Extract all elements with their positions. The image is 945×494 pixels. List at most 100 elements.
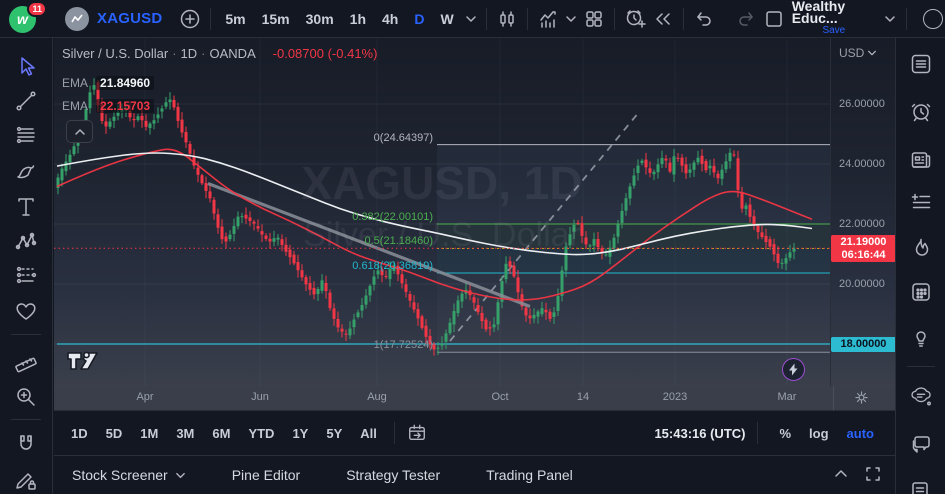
range-3m[interactable]: 3M (167, 426, 203, 441)
ideas-button[interactable] (903, 320, 939, 356)
calendar-button[interactable] (903, 274, 939, 310)
timeframe-1h[interactable]: 1h (342, 11, 374, 27)
layout-name: Wealthy Educ... (791, 0, 846, 26)
chart-pane[interactable]: XAGUSD, 1D Silver / U.S. Dollar Silver /… (54, 38, 830, 386)
alerts-button[interactable] (903, 93, 939, 129)
time-axis[interactable]: Apr Jun Aug Oct 14 2023 Mar (54, 386, 895, 410)
panel-tab-strategy-tester[interactable]: Strategy Tester (346, 467, 440, 483)
emoji-tool-button[interactable] (9, 296, 43, 326)
forecast-tool-button[interactable] (9, 260, 43, 290)
time-tick: Aug (367, 391, 387, 403)
panel-tab-stock-screener[interactable]: Stock Screener (72, 467, 186, 483)
indicator-row-ema-2[interactable]: EMA 22.15703 (62, 99, 155, 113)
measure-tool-button[interactable] (9, 346, 43, 376)
axis-settings-button[interactable] (854, 390, 869, 408)
price-axis[interactable]: USD 26.00000 24.00000 22.00000 20.00000 21.… (830, 38, 896, 386)
save-button[interactable]: Save (822, 25, 845, 37)
price-tick: 20.00000 (839, 278, 885, 290)
fib-level-label: 0.382(22.00101) (352, 210, 433, 223)
watchlist-button[interactable] (903, 46, 939, 82)
zoom-in-tool-button[interactable] (9, 382, 43, 412)
legend-symbol-title: Silver / U.S. Dollar (62, 46, 169, 61)
chevron-down-icon (565, 15, 576, 22)
layout-menu-button[interactable] (880, 5, 900, 33)
currency-selector[interactable]: USD (839, 46, 877, 60)
alert-clock-plus-icon (626, 9, 646, 28)
cursor-tool-button[interactable] (9, 52, 43, 82)
timeframe-4h[interactable]: 4h (374, 11, 406, 27)
percent-scale-button[interactable]: % (770, 426, 800, 441)
magnet-mode-button[interactable] (9, 429, 43, 459)
panel-tab-pine-editor[interactable]: Pine Editor (232, 467, 300, 483)
plus-circle-icon (181, 9, 200, 28)
create-alert-button[interactable] (621, 5, 649, 33)
tradingview-watermark-logo[interactable] (66, 350, 100, 377)
timeframe-30m[interactable]: 30m (298, 11, 342, 27)
compare-add-symbol-button[interactable] (176, 5, 204, 33)
projection-icon (16, 266, 37, 284)
publish-icon[interactable] (923, 8, 943, 29)
notes-plus-icon (911, 193, 930, 209)
symbol-search-button[interactable]: XAGUSD (97, 10, 162, 27)
range-ytd[interactable]: YTD (239, 426, 283, 441)
undo-button[interactable] (690, 5, 718, 33)
chart-legend[interactable]: Silver / U.S. Dollar · 1D · OANDA -0.08700 (… (62, 46, 377, 61)
chevron-down-icon (175, 472, 185, 478)
text-tool-button[interactable] (9, 192, 43, 222)
timeframe-menu-button[interactable] (462, 5, 480, 33)
bottom-panel: Stock Screener Pine Editor Strategy Tester… (54, 455, 895, 494)
go-to-date-button[interactable] (403, 419, 431, 447)
range-5y[interactable]: 5Y (317, 426, 351, 441)
auto-scale-button[interactable]: auto (838, 426, 883, 441)
range-all[interactable]: All (351, 426, 386, 441)
news-icon (911, 152, 930, 168)
bar-replay-button[interactable] (649, 5, 677, 33)
maximize-panel-button[interactable] (865, 466, 881, 485)
layout-manager-button[interactable] (760, 5, 788, 33)
indicators-menu-button[interactable] (562, 5, 580, 33)
brush-tool-button[interactable] (9, 156, 43, 186)
user-menu-button[interactable]: w 11 (9, 0, 47, 34)
collapse-legend-button[interactable] (66, 120, 93, 143)
chevron-up-icon (74, 128, 85, 135)
timeframe-W[interactable]: W (432, 11, 461, 27)
text-icon (18, 198, 34, 216)
grid-layout-icon (585, 10, 602, 27)
date-range-group: 1D 5D 1M 3M 6M YTD 1Y 5Y All (62, 426, 386, 441)
trend-line-icon (16, 91, 36, 111)
chart-style-button[interactable] (493, 5, 521, 33)
trend-line-tool-button[interactable] (9, 86, 43, 116)
tradingview-app: w 11 XAGUSD 5m 15m 30m 1h 4h D W Wealthy… (0, 0, 945, 494)
indicator-row-ema-1[interactable]: EMA 21.84960 (62, 76, 155, 90)
range-1m[interactable]: 1M (131, 426, 167, 441)
grid-layout-button[interactable] (580, 5, 608, 33)
minds-button[interactable] (903, 378, 939, 414)
magnifier-plus-icon (17, 388, 35, 406)
range-1d[interactable]: 1D (62, 426, 97, 441)
lightning-mode-button[interactable] (782, 358, 805, 381)
news-button[interactable] (903, 142, 939, 178)
lock-drawings-button[interactable] (9, 465, 43, 494)
timeframe-5m[interactable]: 5m (217, 11, 253, 27)
log-scale-button[interactable]: log (800, 426, 838, 441)
pattern-tool-button[interactable] (9, 227, 43, 257)
legend-interval: 1D (180, 46, 198, 61)
range-6m[interactable]: 6M (203, 426, 239, 441)
hotlists-button[interactable] (903, 230, 939, 266)
range-5d[interactable]: 5D (97, 426, 132, 441)
redo-button[interactable] (732, 5, 760, 33)
range-1y[interactable]: 1Y (283, 426, 317, 441)
text-notes-button[interactable] (903, 184, 939, 220)
chat-button[interactable] (903, 426, 939, 462)
expand-panel-button[interactable] (833, 466, 849, 485)
clock-utc[interactable]: 15:43:16 (UTC) (654, 426, 745, 441)
fib-retracement-tool-button[interactable] (9, 120, 43, 150)
object-tree-button[interactable] (903, 474, 939, 494)
panel-tab-trading-panel[interactable]: Trading Panel (486, 467, 573, 483)
time-tick: Jun (251, 391, 269, 403)
timeframe-15m[interactable]: 15m (254, 11, 298, 27)
layout-name-button[interactable]: Wealthy Educ... Save (792, 0, 876, 37)
timeframe-D[interactable]: D (406, 11, 432, 27)
indicators-button[interactable] (534, 5, 562, 33)
document-icon (911, 482, 928, 494)
